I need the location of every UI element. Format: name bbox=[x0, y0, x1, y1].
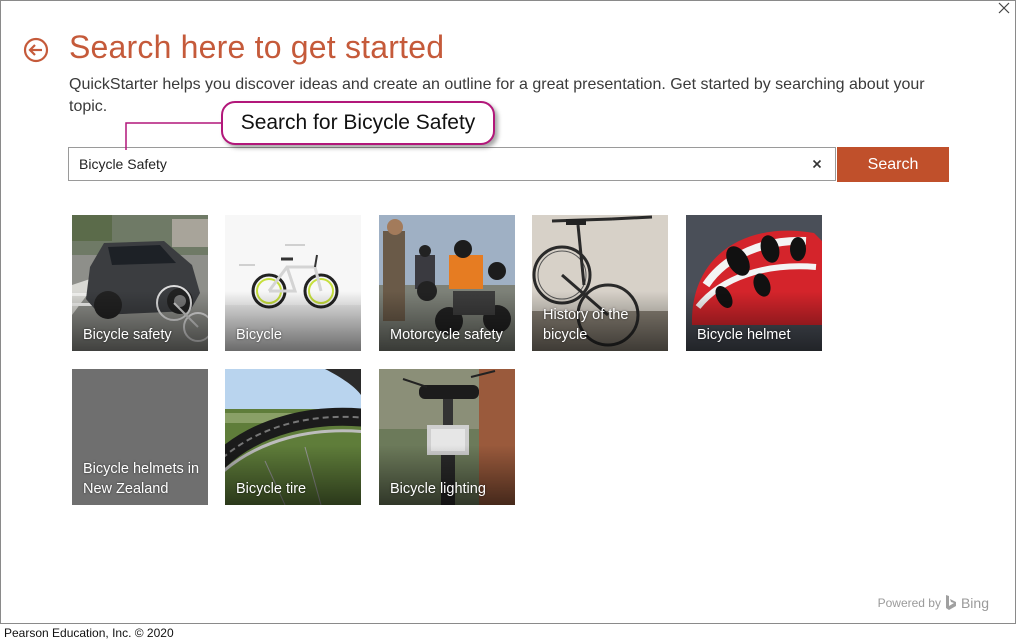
tile-label: Bicycle bbox=[236, 327, 282, 343]
search-input[interactable] bbox=[69, 148, 799, 180]
tile-history-of-the-bicycle[interactable]: History of the bicycle bbox=[532, 215, 668, 351]
quickstarter-dialog: Search here to get started QuickStarter … bbox=[0, 0, 1016, 624]
tile-label: Bicycle safety bbox=[83, 327, 172, 343]
tile-bicycle-safety[interactable]: Bicycle safety bbox=[72, 215, 208, 351]
tile-bicycle-helmet[interactable]: Bicycle helmet bbox=[686, 215, 822, 351]
tile-bicycle[interactable]: Bicycle bbox=[225, 215, 361, 351]
bing-logo-icon bbox=[945, 595, 956, 610]
callout-search-for-bicycle-safety: Search for Bicycle Safety bbox=[221, 101, 495, 145]
powered-by-bing: Powered by Bing bbox=[878, 595, 989, 611]
page-title: Search here to get started bbox=[69, 29, 445, 65]
bing-text: Bing bbox=[960, 595, 989, 611]
back-arrow-icon[interactable] bbox=[23, 37, 49, 63]
copyright-text: Pearson Education, Inc. © 2020 bbox=[4, 626, 174, 640]
tile-label: Motorcycle safety bbox=[390, 327, 503, 343]
tile-bicycle-lighting[interactable]: Bicycle lighting bbox=[379, 369, 515, 505]
tile-label: History of the bicycle bbox=[543, 307, 629, 343]
tile-label: Bicycle helmet bbox=[697, 327, 791, 343]
tile-label: Bicycle helmets in New Zealand bbox=[83, 461, 200, 497]
tile-bicycle-helmets-in-new-zealand[interactable]: Bicycle helmets in New Zealand bbox=[72, 369, 208, 505]
tile-label: Bicycle lighting bbox=[390, 481, 486, 497]
page-description: QuickStarter helps you discover ideas an… bbox=[69, 76, 925, 115]
clear-icon[interactable] bbox=[809, 156, 825, 172]
close-icon[interactable] bbox=[997, 1, 1011, 15]
powered-by-text: Powered by bbox=[877, 596, 941, 610]
tile-bicycle-tire[interactable]: Bicycle tire bbox=[225, 369, 361, 505]
tile-label: Bicycle tire bbox=[236, 481, 307, 497]
tile-motorcycle-safety[interactable]: Motorcycle safety bbox=[379, 215, 515, 351]
search-button[interactable]: Search bbox=[837, 147, 949, 182]
callout-leader-line bbox=[125, 122, 221, 150]
search-box bbox=[68, 147, 836, 181]
